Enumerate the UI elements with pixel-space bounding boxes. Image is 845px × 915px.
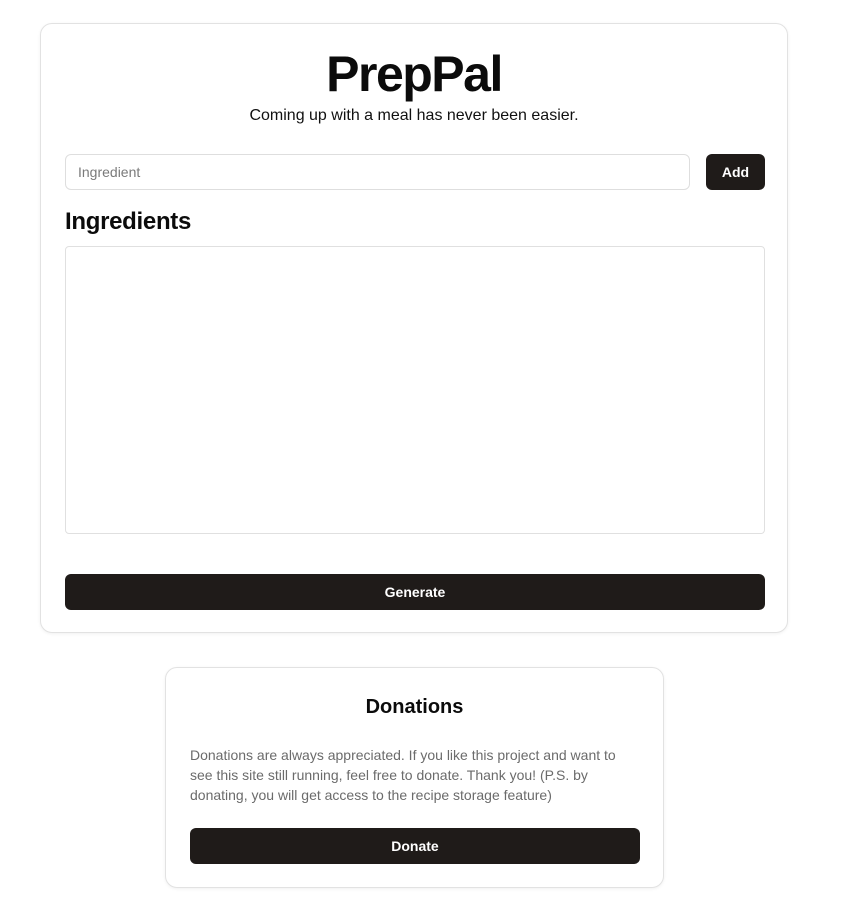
- app-subtitle: Coming up with a meal has never been eas…: [249, 107, 579, 124]
- donations-card: Donations Donations are always appreciat…: [165, 667, 664, 888]
- donations-heading: Donations: [365, 696, 464, 718]
- donations-text: Donations are always appreciated. If you…: [190, 747, 616, 803]
- generate-button[interactable]: Generate: [65, 574, 765, 610]
- add-button[interactable]: Add: [706, 154, 765, 190]
- app-title: PrepPal: [326, 46, 503, 102]
- ingredients-list: [65, 246, 765, 534]
- donate-button[interactable]: Donate: [190, 828, 640, 864]
- main-card: PrepPal Coming up with a meal has never …: [40, 23, 788, 633]
- ingredient-input[interactable]: [65, 154, 690, 190]
- ingredients-heading: Ingredients: [65, 208, 192, 235]
